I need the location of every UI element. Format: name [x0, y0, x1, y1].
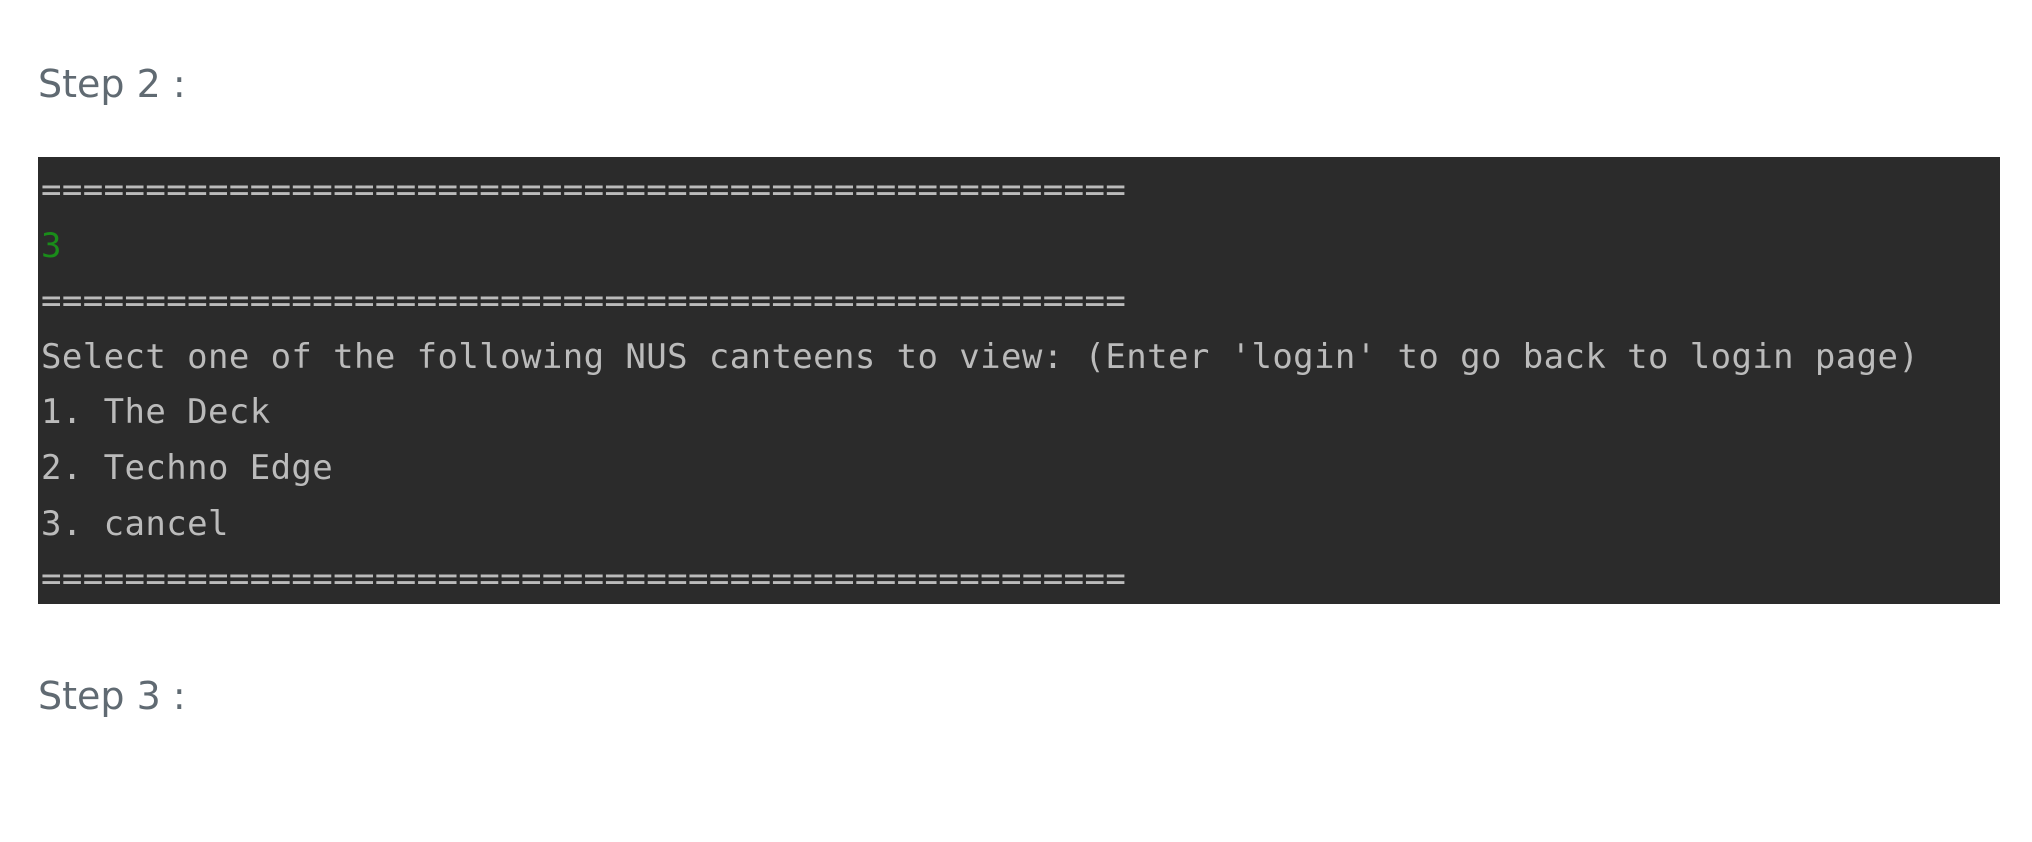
menu-option-the-deck: 1. The Deck [41, 392, 271, 433]
separator-line: ========================================… [41, 170, 1127, 210]
console-output-block: ========================================… [38, 157, 2000, 604]
user-input-line: 3 [41, 225, 62, 266]
menu-option-cancel: 3. cancel [41, 503, 229, 544]
separator-line: ========================================… [41, 559, 1127, 600]
step-2-heading: Step 2 : [38, 62, 186, 106]
menu-option-techno-edge: 2. Techno Edge [41, 447, 334, 488]
canteen-prompt-line: Select one of the following NUS canteens… [41, 336, 1920, 377]
step-3-heading: Step 3 : [38, 674, 186, 718]
separator-line: ========================================… [41, 281, 1127, 322]
